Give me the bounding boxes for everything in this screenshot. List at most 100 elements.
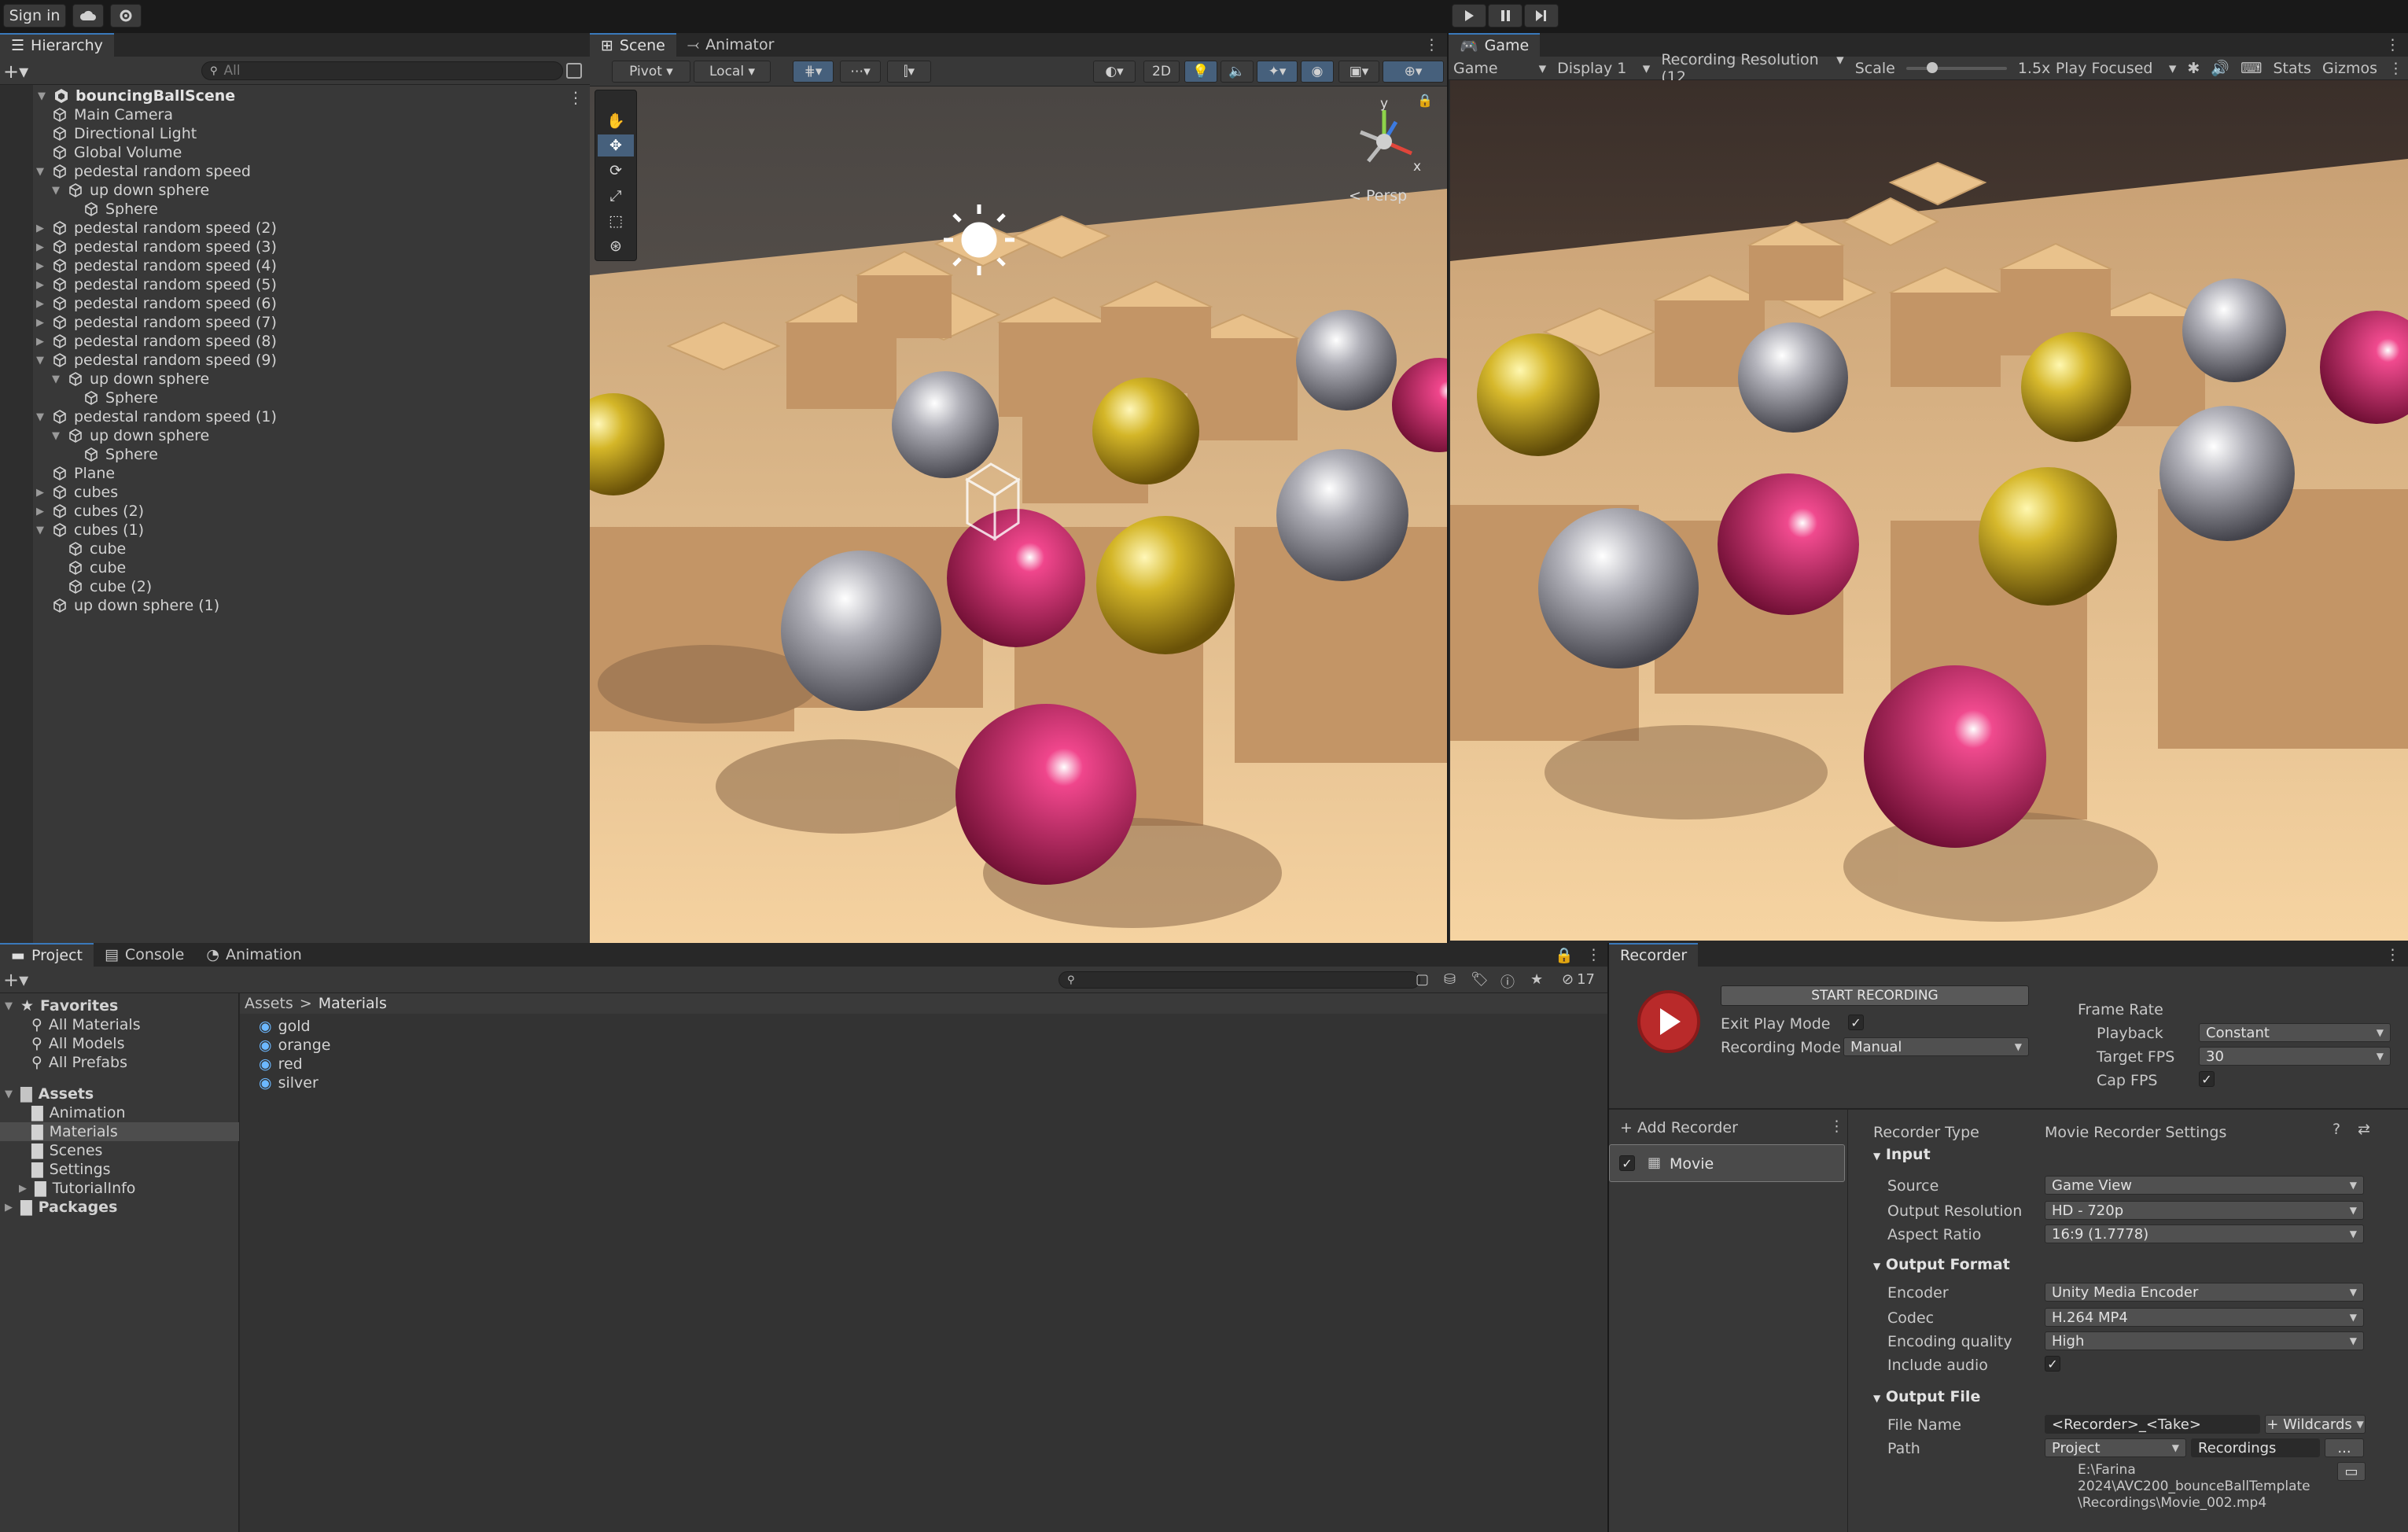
preset-icon[interactable]: ⇄	[2358, 1121, 2370, 1138]
project-add-button[interactable]: +▾	[3, 969, 28, 991]
game-view-dropdown[interactable]: Game ▾	[1453, 60, 1546, 77]
expand-arrow-icon[interactable]: ▶	[3, 1202, 14, 1213]
hierarchy-item[interactable]: Global Volume	[35, 143, 182, 162]
play-icon[interactable]	[1452, 4, 1486, 28]
collapse-arrow-icon[interactable]: ▼	[50, 374, 61, 385]
persp-label[interactable]: < Persp	[1349, 187, 1407, 204]
hierarchy-item[interactable]: ▼ up down sphere	[50, 181, 209, 200]
codec-dropdown[interactable]: H.264 MP4 ▼	[2045, 1308, 2364, 1327]
hierarchy-item[interactable]: cube (2)	[50, 577, 152, 596]
game-menu-icon[interactable]: ⋮	[2377, 33, 2408, 57]
hierarchy-item[interactable]: ▼ cubes (1)	[35, 521, 144, 540]
sign-in-button[interactable]: Sign in	[3, 4, 66, 28]
hierarchy-item[interactable]: Sphere	[66, 389, 158, 407]
record-button[interactable]	[1637, 990, 1700, 1053]
scene-menu-icon[interactable]: ⋮	[1416, 33, 1447, 57]
packages-row[interactable]: ▶ ▇ Packages	[3, 1198, 117, 1217]
collapse-arrow-icon[interactable]: ▼	[1873, 1261, 1880, 1272]
tab-animator[interactable]: ⤙ Animator	[676, 33, 786, 57]
rect-tool-icon[interactable]: ⬚	[598, 210, 634, 232]
output-file-section-header[interactable]: ▼ Output File	[1873, 1388, 1980, 1405]
hierarchy-item[interactable]: ▶ pedestal random speed (7)	[35, 313, 277, 332]
recorder-menu-icon[interactable]: ⋮	[2377, 943, 2408, 967]
project-menu-icon[interactable]: ⋮	[1580, 943, 1607, 967]
tab-animation[interactable]: ◔ Animation	[195, 943, 312, 967]
start-recording-button[interactable]: START RECORDING	[1721, 985, 2029, 1006]
expand-arrow-icon[interactable]: ▶	[35, 260, 46, 272]
move-tool-icon[interactable]: ✥	[598, 134, 634, 157]
encoding-quality-dropdown[interactable]: High ▼	[2045, 1331, 2364, 1350]
collapse-arrow-icon[interactable]: ▼	[35, 525, 46, 536]
hierarchy-item[interactable]: ▼ pedestal random speed	[35, 162, 251, 181]
mute-audio-icon[interactable]: 🔊	[2211, 59, 2229, 77]
aspect-ratio-dropdown[interactable]: 16:9 (1.7778) ▼	[2045, 1224, 2364, 1243]
tab-hierarchy[interactable]: ☰ Hierarchy	[0, 33, 114, 57]
project-lock-icon[interactable]: 🔒	[1548, 943, 1580, 967]
breadcrumb-materials[interactable]: Materials	[318, 995, 387, 1012]
audio-toggle-icon[interactable]: 🔈	[1221, 61, 1254, 83]
expand-arrow-icon[interactable]: ▶	[35, 223, 46, 234]
gizmos-toggle-icon[interactable]: ⊕▾	[1383, 61, 1444, 83]
gizmos-button[interactable]: Gizmos	[2322, 60, 2377, 77]
lock-icon[interactable]: 🔒	[1417, 93, 1433, 108]
hierarchy-item[interactable]: ▼ pedestal random speed (1)	[35, 407, 277, 426]
material-red[interactable]: ◉ red	[259, 1055, 303, 1074]
camera-settings-icon[interactable]: ▣▾	[1338, 61, 1379, 83]
fav-item-all-prefabs[interactable]: ⚲ All Prefabs	[31, 1053, 127, 1072]
game-overflow-icon[interactable]: ⋮	[2388, 60, 2403, 77]
path-folder-input[interactable]: Recordings	[2191, 1438, 2320, 1457]
help-icon[interactable]: ?	[2333, 1121, 2340, 1138]
hierarchy-item[interactable]: ▶ pedestal random speed (3)	[35, 238, 277, 256]
search-by-label-icon[interactable]: ⛁	[1444, 971, 1456, 988]
tag-icon[interactable]: 🏷	[1471, 971, 1489, 988]
hierarchy-item[interactable]: ▼ pedestal random speed (9)	[35, 351, 277, 370]
grid-snap-button[interactable]: ⋕▾	[793, 61, 834, 83]
expand-arrow-icon[interactable]: ▶	[35, 298, 46, 310]
project-search-input[interactable]: ⚲	[1059, 971, 1420, 989]
local-dropdown[interactable]: Local ▾	[694, 61, 771, 83]
file-name-input[interactable]: <Recorder>_<Take>	[2045, 1415, 2260, 1434]
hierarchy-item[interactable]: Sphere	[66, 200, 158, 219]
collapse-arrow-icon[interactable]: ▼	[3, 1000, 14, 1012]
exit-play-mode-checkbox[interactable]: ✓	[1848, 1015, 1864, 1030]
include-audio-checkbox[interactable]: ✓	[2045, 1356, 2060, 1372]
recorder-item-movie[interactable]: ✓ ▦ Movie	[1609, 1144, 1845, 1182]
add-recorder-button[interactable]: + Add Recorder	[1620, 1119, 1738, 1136]
expand-arrow-icon[interactable]: ▶	[35, 279, 46, 291]
display-dropdown[interactable]: Display 1 ▾	[1557, 60, 1650, 77]
playback-dropdown[interactable]: Constant ▼	[2199, 1023, 2391, 1042]
scale-tool-icon[interactable]: ⤢	[598, 185, 634, 207]
assets-row[interactable]: ▼ ▇ Assets	[3, 1085, 94, 1103]
material-orange[interactable]: ◉ orange	[259, 1036, 330, 1055]
folder-materials[interactable]: ▇ Materials	[31, 1122, 118, 1141]
draw-mode-dropdown[interactable]: ◐▾	[1093, 61, 1136, 83]
hierarchy-item[interactable]: ▶ pedestal random speed (4)	[35, 256, 277, 275]
hand-tool-icon[interactable]: ✋	[598, 109, 634, 131]
hierarchy-search-input[interactable]: ⚲ All	[201, 61, 563, 80]
hierarchy-item[interactable]: Sphere	[66, 445, 158, 464]
tab-game[interactable]: 🎮 Game	[1449, 33, 1541, 57]
breadcrumb-assets[interactable]: Assets	[245, 995, 293, 1012]
scale-slider-handle[interactable]	[1926, 61, 1938, 73]
transform-tool-icon[interactable]: ⊛	[598, 235, 634, 257]
recording-mode-dropdown[interactable]: Manual ▼	[1843, 1037, 2029, 1056]
hierarchy-item[interactable]: ▶ pedestal random speed (2)	[35, 219, 277, 238]
collapse-arrow-icon[interactable]: ▼	[1873, 1393, 1880, 1404]
rotate-tool-icon[interactable]: ⟳	[598, 160, 634, 182]
pause-icon[interactable]	[1488, 4, 1522, 28]
recorder-list-menu-icon[interactable]: ⋮	[1829, 1118, 1844, 1135]
step-icon[interactable]	[1524, 4, 1559, 28]
fav-item-all-models[interactable]: ⚲ All Models	[31, 1034, 124, 1053]
effects-toggle-icon[interactable]: ✦▾	[1257, 61, 1298, 83]
scene-root-row[interactable]: ▼ bouncingBallScene	[36, 87, 235, 105]
expand-arrow-icon[interactable]: ▶	[17, 1183, 28, 1195]
hierarchy-item[interactable]: ▶ pedestal random speed (5)	[35, 275, 277, 294]
wildcards-dropdown[interactable]: + Wildcards ▼	[2265, 1415, 2366, 1434]
log-type-icon[interactable]: ⓘ	[1500, 971, 1515, 992]
increment-snap-button[interactable]: ⋯▾	[840, 61, 881, 83]
hidden-packages-toggle[interactable]: ⊘ 17	[1562, 971, 1595, 988]
expand-arrow-icon[interactable]: ▶	[35, 241, 46, 253]
hierarchy-item[interactable]: ▶ cubes (2)	[35, 502, 144, 521]
folder-tutorialinfo[interactable]: ▶ ▇ TutorialInfo	[17, 1179, 135, 1198]
scene-visibility-icon[interactable]: ◉	[1301, 61, 1334, 83]
